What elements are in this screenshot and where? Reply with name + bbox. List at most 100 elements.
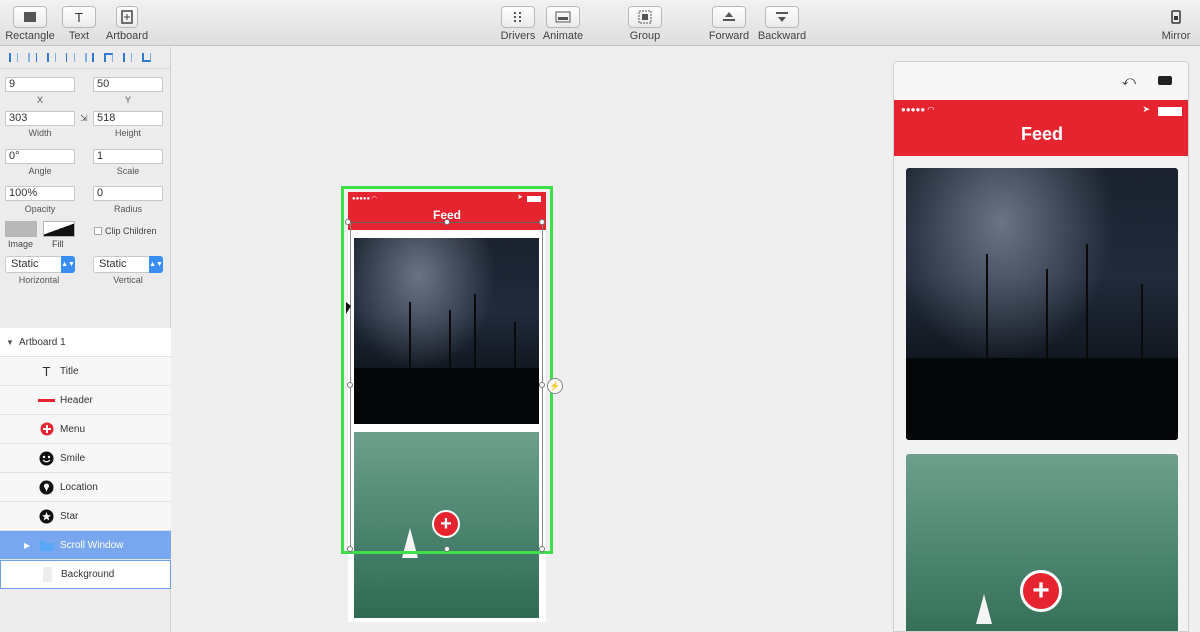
selection-guide-right bbox=[542, 222, 543, 554]
layer-scroll-window[interactable]: ▶ Scroll Window bbox=[0, 531, 171, 560]
align-right-icon[interactable] bbox=[80, 49, 99, 67]
signal-dots-icon: ●●●●● ◠ bbox=[901, 105, 935, 114]
opacity-field[interactable]: 100% bbox=[5, 186, 75, 201]
mirror-label: Mirror bbox=[1161, 30, 1191, 42]
preview-panel: ⤺ ●●●●● ◠ ➤ Feed + bbox=[893, 61, 1189, 632]
disclosure-triangle-icon[interactable]: ▼ bbox=[6, 338, 14, 347]
align-top-icon[interactable] bbox=[99, 49, 118, 67]
driver-lightning-icon[interactable]: ⚡ bbox=[547, 378, 563, 394]
distribute-vertical-icon[interactable] bbox=[23, 49, 42, 67]
sailboat-shape bbox=[976, 594, 992, 624]
image-swatch[interactable] bbox=[5, 221, 37, 237]
layer-label: Star bbox=[60, 510, 79, 522]
ground-silhouette bbox=[906, 358, 1178, 440]
layer-menu[interactable]: Menu bbox=[0, 415, 171, 444]
layer-label: Location bbox=[60, 481, 98, 493]
y-field[interactable]: 50 bbox=[93, 77, 163, 92]
preview-add-fab-button[interactable]: + bbox=[1020, 570, 1062, 612]
artboard-selection-outline bbox=[341, 186, 553, 554]
radius-field[interactable]: 0 bbox=[93, 186, 163, 201]
artboard-icon bbox=[116, 6, 138, 28]
smile-icon bbox=[38, 450, 55, 467]
resize-handle[interactable] bbox=[539, 382, 545, 388]
mirror-button[interactable]: Mirror bbox=[1146, 6, 1200, 42]
battery-icon bbox=[1158, 107, 1182, 116]
preview-night-sky-photo bbox=[906, 168, 1178, 440]
align-middle-icon[interactable] bbox=[118, 49, 137, 67]
layer-label: Scroll Window bbox=[60, 539, 124, 551]
animate-button[interactable]: Animate bbox=[533, 6, 593, 42]
layer-star[interactable]: Star bbox=[0, 502, 171, 531]
resize-handle[interactable] bbox=[345, 219, 351, 225]
height-field[interactable]: 518 bbox=[93, 111, 163, 126]
folder-icon bbox=[38, 537, 55, 554]
horizontal-select-value: Static bbox=[11, 258, 39, 270]
artboard-tool-label: Artboard bbox=[105, 30, 149, 42]
tree-silhouette bbox=[986, 253, 988, 364]
fill-swatch[interactable] bbox=[43, 221, 75, 237]
preview-feed-title: Feed bbox=[1020, 124, 1063, 144]
aspect-lock-icon[interactable]: ⇲ bbox=[80, 113, 88, 124]
disclosure-triangle-icon[interactable]: ▶ bbox=[24, 541, 30, 550]
fill-label: Fill bbox=[52, 239, 64, 249]
star-icon bbox=[38, 508, 55, 525]
tree-silhouette bbox=[1086, 243, 1088, 364]
text-icon: T bbox=[42, 363, 51, 379]
layer-artboard-1[interactable]: ▼ Artboard 1 bbox=[0, 328, 171, 357]
video-camera-icon[interactable] bbox=[1158, 76, 1172, 85]
selection-guide-left bbox=[350, 222, 351, 554]
background-icon bbox=[39, 566, 56, 583]
resize-handle[interactable] bbox=[347, 382, 353, 388]
align-left-icon[interactable] bbox=[42, 49, 61, 67]
layer-label: Artboard 1 bbox=[19, 336, 66, 348]
rectangle-icon bbox=[13, 6, 47, 28]
opacity-label: Opacity bbox=[24, 204, 56, 214]
location-arrow-icon: ➤ bbox=[1142, 104, 1150, 114]
alignment-toolbar bbox=[0, 47, 171, 69]
layer-label: Background bbox=[61, 569, 115, 580]
scale-field[interactable]: 1 bbox=[93, 149, 163, 164]
resize-handle[interactable] bbox=[539, 546, 545, 552]
backward-button[interactable]: Backward bbox=[752, 6, 812, 42]
drivers-icon bbox=[501, 6, 535, 28]
vertical-select[interactable]: Static ▲▼ bbox=[93, 256, 163, 273]
clip-children-checkbox[interactable] bbox=[94, 227, 102, 235]
group-label: Group bbox=[629, 30, 661, 42]
align-center-icon[interactable] bbox=[61, 49, 80, 67]
clip-children-label: Clip Children bbox=[105, 226, 157, 236]
tree-silhouette bbox=[1141, 283, 1143, 364]
width-label: Width bbox=[28, 128, 52, 138]
radius-label: Radius bbox=[113, 204, 142, 214]
resize-handle[interactable] bbox=[444, 546, 450, 552]
resize-handle[interactable] bbox=[444, 219, 450, 225]
width-field[interactable]: 303 bbox=[5, 111, 75, 126]
y-label: Y bbox=[124, 95, 131, 105]
angle-field[interactable]: 0° bbox=[5, 149, 75, 164]
undo-icon[interactable]: ⤺ bbox=[1122, 73, 1136, 89]
forward-button[interactable]: Forward bbox=[699, 6, 759, 42]
layer-label: Menu bbox=[60, 423, 86, 435]
forward-label: Forward bbox=[708, 30, 750, 42]
layer-background[interactable]: Background bbox=[0, 560, 171, 589]
resize-handle[interactable] bbox=[539, 219, 545, 225]
group-button[interactable]: Group bbox=[615, 6, 675, 42]
group-icon bbox=[628, 6, 662, 28]
distribute-horizontal-icon[interactable] bbox=[4, 49, 23, 67]
layer-smile[interactable]: Smile bbox=[0, 444, 171, 473]
align-bottom-icon[interactable] bbox=[137, 49, 156, 67]
layer-title[interactable]: T Title bbox=[0, 357, 171, 386]
vertical-select-value: Static bbox=[99, 258, 127, 270]
height-label: Height bbox=[114, 128, 141, 138]
x-field[interactable]: 9 bbox=[5, 77, 75, 92]
horizontal-label: Horizontal bbox=[18, 275, 60, 285]
layer-location[interactable]: Location bbox=[0, 473, 171, 502]
scale-label: Scale bbox=[116, 166, 140, 176]
artboard-tool-button[interactable]: Artboard bbox=[97, 6, 157, 42]
chevron-updown-icon: ▲▼ bbox=[149, 256, 163, 273]
layer-header[interactable]: Header bbox=[0, 386, 171, 415]
mouse-cursor-icon bbox=[346, 302, 351, 314]
resize-handle[interactable] bbox=[347, 546, 353, 552]
location-pin-icon bbox=[38, 479, 55, 496]
preview-scroll-area[interactable]: + bbox=[894, 156, 1188, 631]
horizontal-select[interactable]: Static ▲▼ bbox=[5, 256, 75, 273]
